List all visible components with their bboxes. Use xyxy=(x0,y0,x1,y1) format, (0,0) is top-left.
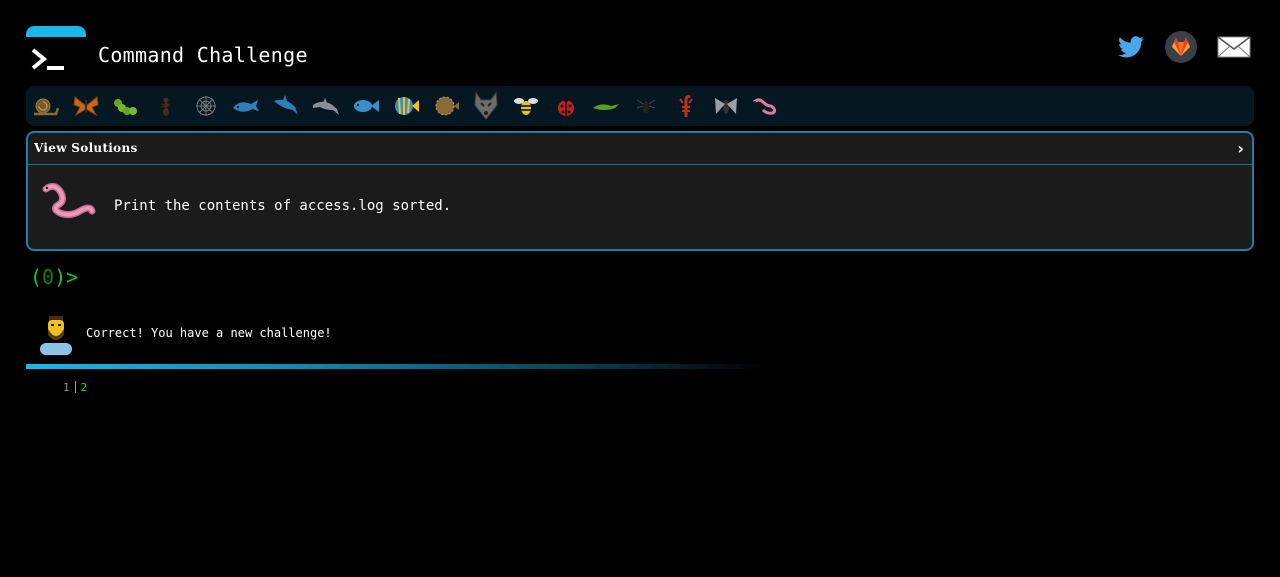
challenge-progress-bar xyxy=(26,86,1254,126)
worm-icon[interactable] xyxy=(750,92,782,120)
wolf-icon[interactable] xyxy=(470,91,502,120)
chevron-right-icon[interactable]: › xyxy=(1237,139,1244,158)
snail-icon[interactable] xyxy=(30,92,62,120)
divider-gradient xyxy=(26,364,766,369)
shark-icon[interactable] xyxy=(270,92,302,120)
fish-icon[interactable] xyxy=(350,92,382,120)
caterpillar-icon[interactable] xyxy=(110,92,142,120)
spider-web-icon[interactable] xyxy=(190,92,222,120)
butterfly-icon[interactable] xyxy=(70,92,102,120)
tropical-fish-icon[interactable] xyxy=(390,92,422,120)
avatar xyxy=(40,316,72,355)
blowfish-icon[interactable] xyxy=(430,92,462,120)
twitter-icon[interactable] xyxy=(1116,30,1146,64)
challenge-text: Print the contents of access.log sorted. xyxy=(114,198,452,214)
header: Command Challenge xyxy=(26,26,1254,78)
feedback-text: Correct! You have a new challenge! xyxy=(86,326,332,340)
challenge-panel: View Solutions › Print the contents of a… xyxy=(26,131,1254,251)
line-separator xyxy=(74,381,76,393)
view-solutions-label: View Solutions xyxy=(34,141,138,155)
prompt-exit-count: 0 xyxy=(42,265,55,289)
prompt-close-paren: ) xyxy=(54,265,67,289)
terminal-line-numbers: 12 xyxy=(63,381,87,394)
gitlab-icon[interactable] xyxy=(1164,30,1198,64)
prompt-open-paren: ( xyxy=(30,265,43,289)
fly-icon[interactable] xyxy=(710,92,742,120)
lizard-icon[interactable] xyxy=(590,92,622,120)
spider-icon[interactable] xyxy=(630,92,662,120)
line-number: 1 xyxy=(63,381,70,394)
whale-icon[interactable] xyxy=(230,92,262,120)
dolphin-icon[interactable] xyxy=(310,92,342,120)
terminal-logo-icon[interactable] xyxy=(26,26,86,78)
mail-icon[interactable] xyxy=(1216,30,1252,64)
view-solutions-toggle[interactable]: View Solutions › xyxy=(28,133,1252,165)
feedback-message: Correct! You have a new challenge! xyxy=(36,313,836,357)
current-line-number[interactable]: 2 xyxy=(81,381,88,394)
prompt-arrow: > xyxy=(66,265,79,289)
ladybug-icon[interactable] xyxy=(550,92,582,120)
worm-icon xyxy=(42,182,96,219)
scorpion-icon[interactable] xyxy=(670,92,702,120)
page-title: Command Challenge xyxy=(98,43,308,67)
shell-prompt: (0)> xyxy=(30,265,78,289)
ant-icon[interactable] xyxy=(150,92,182,120)
bee-icon[interactable] xyxy=(510,92,542,120)
